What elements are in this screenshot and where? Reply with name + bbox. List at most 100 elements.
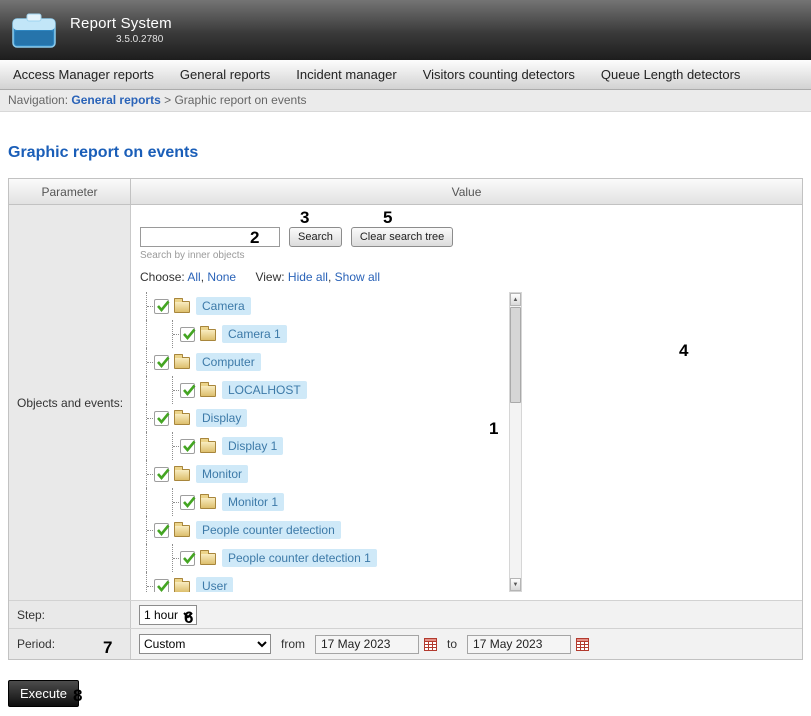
column-header-value: Value — [131, 179, 802, 204]
tree-node-people-counter-detection[interactable]: People counter detection — [140, 516, 509, 544]
breadcrumb-general-reports-link[interactable]: General reports — [71, 93, 160, 107]
choose-none-link[interactable]: None — [207, 270, 236, 284]
callout-8: 8 — [73, 687, 82, 704]
checkbox-people-counter-detection-1[interactable] — [180, 551, 195, 566]
folder-icon — [174, 525, 190, 537]
checkbox-people-counter-detection[interactable] — [154, 523, 169, 538]
menu-visitors-counting-detectors[interactable]: Visitors counting detectors — [410, 60, 588, 89]
period-value-cell: Custom from to — [131, 629, 802, 659]
tree-node-label[interactable]: Computer — [196, 353, 261, 371]
callout-3: 3 — [300, 209, 309, 226]
clear-search-tree-button[interactable]: Clear search tree — [351, 227, 453, 247]
scrollbar-thumb[interactable] — [510, 307, 521, 403]
menu-queue-length-detectors[interactable]: Queue Length detectors — [588, 60, 754, 89]
folder-icon — [174, 581, 190, 592]
tree-node-monitor-1[interactable]: Monitor 1 — [140, 488, 509, 516]
tree-node-label[interactable]: Camera 1 — [222, 325, 287, 343]
folder-icon — [200, 553, 216, 565]
checkbox-display[interactable] — [154, 411, 169, 426]
comma: , — [201, 270, 204, 284]
checkmark-icon — [155, 522, 171, 538]
search-hint: Search by inner objects — [140, 250, 792, 261]
report-system-app: Report System 3.5.0.2780 Access Manager … — [0, 0, 811, 716]
menu-access-manager-reports[interactable]: Access Manager reports — [0, 60, 167, 89]
checkbox-computer[interactable] — [154, 355, 169, 370]
tree-node-label[interactable]: People counter detection — [196, 521, 341, 539]
folder-icon — [174, 301, 190, 313]
choose-all-link[interactable]: All — [187, 270, 200, 284]
tree-node-label[interactable]: LOCALHOST — [222, 381, 307, 399]
checkbox-monitor-1[interactable] — [180, 495, 195, 510]
tree-node-display[interactable]: Display — [140, 404, 509, 432]
tree-rows: Camera Camera 1 — [140, 292, 509, 592]
period-label: Period: — [9, 629, 131, 659]
checkmark-icon — [181, 494, 197, 510]
tree-node-people-counter-detection-1[interactable]: People counter detection 1 — [140, 544, 509, 572]
tree-trunk — [140, 432, 166, 460]
scroll-down-button[interactable]: ▼ — [510, 578, 521, 591]
checkmark-icon — [155, 466, 171, 482]
app-title: Report System — [70, 15, 172, 32]
tree-node-monitor[interactable]: Monitor — [140, 460, 509, 488]
checkmark-icon — [181, 382, 197, 398]
checkbox-localhost[interactable] — [180, 383, 195, 398]
tree-node-label[interactable]: Display 1 — [222, 437, 283, 455]
tree-connector — [140, 572, 154, 592]
checkbox-camera-1[interactable] — [180, 327, 195, 342]
tree-trunk — [140, 488, 166, 516]
tree-node-label[interactable]: Display — [196, 409, 247, 427]
period-select[interactable]: Custom — [139, 634, 271, 654]
checkmark-icon — [181, 438, 197, 454]
tree-node-display-1[interactable]: Display 1 — [140, 432, 509, 460]
callout-2: 2 — [250, 229, 259, 246]
folder-icon — [200, 441, 216, 453]
to-date-input[interactable] — [467, 635, 571, 654]
execute-button[interactable]: Execute — [8, 680, 79, 707]
checkbox-monitor[interactable] — [154, 467, 169, 482]
search-button[interactable]: Search — [289, 227, 342, 247]
search-line: Search Clear search tree — [140, 227, 792, 247]
callout-1: 1 — [489, 420, 498, 437]
tree-node-user[interactable]: User — [140, 572, 509, 592]
tree-connector — [166, 544, 180, 572]
checkbox-display-1[interactable] — [180, 439, 195, 454]
tree-connector — [166, 432, 180, 460]
tree-node-label[interactable]: Monitor — [196, 465, 248, 483]
from-label: from — [281, 637, 305, 651]
comma: , — [328, 270, 331, 284]
breadcrumb-label: Navigation: — [8, 93, 68, 107]
tree-node-camera-1[interactable]: Camera 1 — [140, 320, 509, 348]
view-hide-all-link[interactable]: Hide all — [288, 270, 328, 284]
objects-and-events-row: Objects and events: Search Clear search … — [9, 205, 802, 601]
breadcrumb-current: Graphic report on events — [174, 93, 306, 107]
step-value-cell: 1 hour — [131, 601, 802, 628]
menu-general-reports[interactable]: General reports — [167, 60, 283, 89]
checkmark-icon — [155, 298, 171, 314]
tree-scrollbar[interactable]: ▲ ▼ — [509, 292, 522, 592]
tree-node-label[interactable]: People counter detection 1 — [222, 549, 377, 567]
tree-node-label[interactable]: Monitor 1 — [222, 493, 284, 511]
view-show-all-link[interactable]: Show all — [335, 270, 380, 284]
top-menu: Access Manager reports General reports I… — [0, 60, 811, 90]
checkbox-camera[interactable] — [154, 299, 169, 314]
tree-node-localhost[interactable]: LOCALHOST — [140, 376, 509, 404]
to-calendar-icon[interactable] — [576, 638, 589, 651]
tree-node-computer[interactable]: Computer — [140, 348, 509, 376]
tree-node-camera[interactable]: Camera — [140, 292, 509, 320]
from-date-input[interactable] — [315, 635, 419, 654]
tree-connector — [140, 404, 154, 432]
scroll-up-button[interactable]: ▲ — [510, 293, 521, 306]
menu-incident-manager[interactable]: Incident manager — [283, 60, 409, 89]
tree-connector — [166, 488, 180, 516]
folder-icon — [200, 329, 216, 341]
checkbox-user[interactable] — [154, 579, 169, 593]
from-calendar-icon[interactable] — [424, 638, 437, 651]
step-row: Step: 1 hour — [9, 601, 802, 629]
column-header-parameter: Parameter — [9, 179, 131, 204]
folder-icon — [200, 497, 216, 509]
objects-and-events-label: Objects and events: — [9, 205, 131, 600]
tree-node-label[interactable]: Camera — [196, 297, 251, 315]
tree-node-label[interactable]: User — [196, 577, 233, 592]
choose-view-line: Choose: All, None View: Hide all, Show a… — [140, 270, 792, 284]
objects-tree: Camera Camera 1 — [140, 292, 522, 592]
